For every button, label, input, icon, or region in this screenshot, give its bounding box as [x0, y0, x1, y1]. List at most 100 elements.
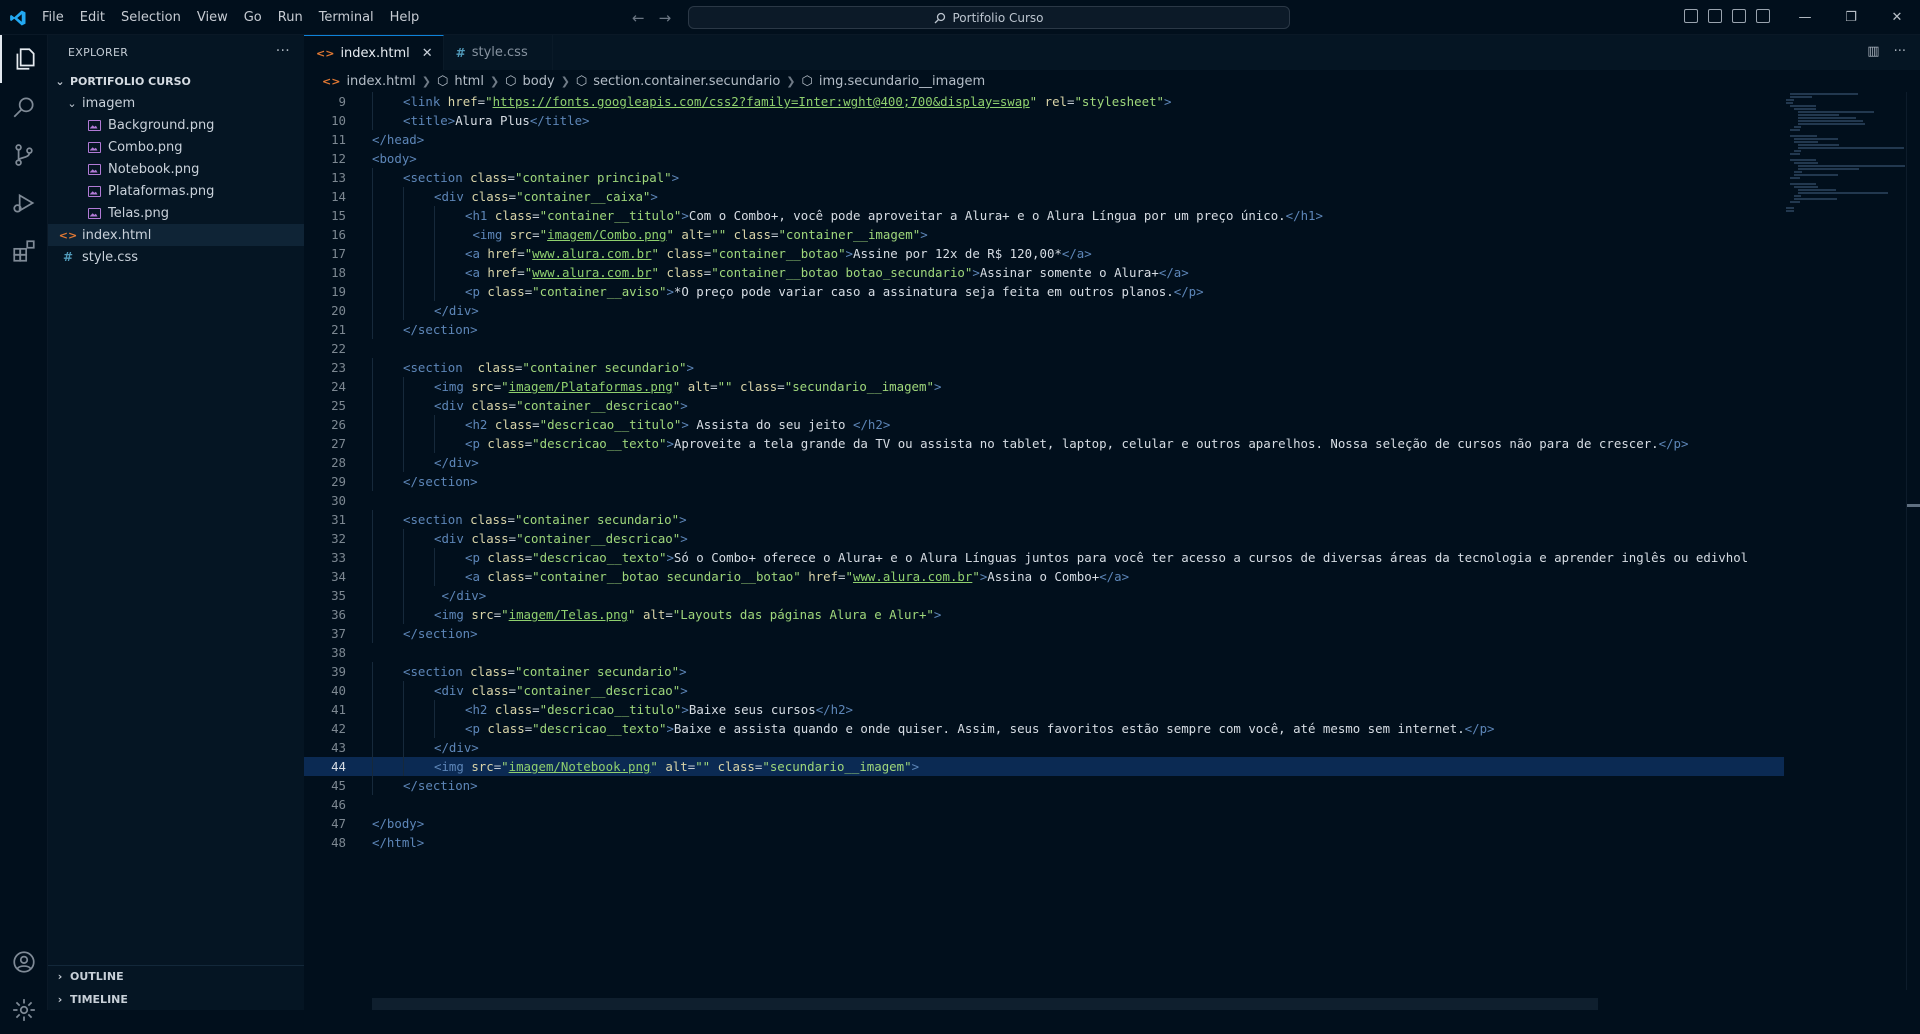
- chevron-right-icon: ›: [57, 992, 63, 1006]
- source-control-activity[interactable]: [0, 131, 48, 179]
- activity-bar: [0, 35, 48, 1021]
- code-line[interactable]: 22: [304, 339, 1784, 358]
- back-arrow-icon[interactable]: ←: [632, 9, 645, 27]
- code-line[interactable]: 20 </div>: [304, 301, 1784, 320]
- file-notebook-png[interactable]: Notebook.png: [48, 158, 304, 180]
- file-combo-png[interactable]: Combo.png: [48, 136, 304, 158]
- horizontal-scrollbar[interactable]: [372, 998, 1598, 1010]
- code-line[interactable]: 29 </section>: [304, 472, 1784, 491]
- code-line[interactable]: 39 <section class="container secundario">: [304, 662, 1784, 681]
- minimap-line: [1790, 129, 1800, 131]
- menu-run[interactable]: Run: [270, 10, 311, 25]
- file-index-html[interactable]: <> index.html: [48, 224, 304, 246]
- forward-arrow-icon[interactable]: →: [659, 9, 672, 27]
- code-line[interactable]: 31 <section class="container secundario">: [304, 510, 1784, 529]
- command-center-search[interactable]: Portifolio Curso: [688, 6, 1290, 29]
- code-line[interactable]: 17 <a href="www.alura.com.br" class="cont…: [304, 244, 1784, 263]
- code-line[interactable]: 34 <a class="container__botao secundario_…: [304, 567, 1784, 586]
- code-line[interactable]: 12 <body>: [304, 149, 1784, 168]
- toggle-panel-icon[interactable]: [1708, 9, 1722, 23]
- code-line[interactable]: 41 <h2 class="descricao__titulo">Baixe se…: [304, 700, 1784, 719]
- tab-index-html[interactable]: <> index.html ✕: [304, 35, 444, 70]
- file-label: style.css: [82, 249, 138, 265]
- code-line[interactable]: 11 </head>: [304, 130, 1784, 149]
- workspace-root[interactable]: ⌄ PORTIFOLIO CURSO: [48, 70, 304, 92]
- menu-view[interactable]: View: [189, 10, 236, 25]
- search-activity[interactable]: [0, 83, 48, 131]
- tab-style-css[interactable]: # style.css: [444, 35, 553, 70]
- code-line[interactable]: 37 </section>: [304, 624, 1784, 643]
- code-editor[interactable]: 9 <link href="https://fonts.googleapis.co…: [304, 92, 1784, 990]
- timeline-section[interactable]: › TIMELINE: [48, 988, 304, 1010]
- restore-icon[interactable]: ❐: [1828, 0, 1874, 35]
- run-debug-activity[interactable]: [0, 179, 48, 227]
- code-line[interactable]: 47 </body>: [304, 814, 1784, 833]
- code-line[interactable]: 33 <p class="descricao__texto">Só o Combo…: [304, 548, 1784, 567]
- code-line[interactable]: 42 <p class="descricao__texto">Baixe e as…: [304, 719, 1784, 738]
- extensions-activity[interactable]: [0, 227, 48, 275]
- code-line[interactable]: 14 <div class="container__caixa">: [304, 187, 1784, 206]
- menu-help[interactable]: Help: [382, 10, 428, 25]
- code-line[interactable]: 15 <h1 class="container__titulo">Com o Co…: [304, 206, 1784, 225]
- code-line[interactable]: 28 </div>: [304, 453, 1784, 472]
- file-background-png[interactable]: Background.png: [48, 114, 304, 136]
- code-line[interactable]: 48 </html>: [304, 833, 1784, 852]
- code-line[interactable]: 46: [304, 795, 1784, 814]
- outline-section[interactable]: › OUTLINE: [48, 965, 304, 987]
- split-editor-icon[interactable]: ▥: [1867, 44, 1879, 59]
- code-line[interactable]: 23 <section class="container secundario">: [304, 358, 1784, 377]
- breadcrumb-section[interactable]: section.container.secundario: [593, 74, 780, 89]
- toggle-secondary-sidebar-icon[interactable]: [1732, 9, 1746, 23]
- breadcrumb-html[interactable]: html: [454, 74, 484, 89]
- more-actions-icon[interactable]: ···: [1894, 44, 1906, 59]
- gear-icon: [13, 999, 35, 1021]
- customize-layout-icon[interactable]: [1756, 9, 1770, 23]
- tab-label: style.css: [471, 45, 528, 60]
- menu-edit[interactable]: Edit: [72, 10, 113, 25]
- more-actions-icon[interactable]: ···: [276, 43, 290, 59]
- code-line[interactable]: 24 <img src="imagem/Plataformas.png" alt=…: [304, 377, 1784, 396]
- code-line[interactable]: 38: [304, 643, 1784, 662]
- code-line[interactable]: 21 </section>: [304, 320, 1784, 339]
- explorer-activity[interactable]: [0, 35, 48, 83]
- minimize-icon[interactable]: —: [1782, 0, 1828, 35]
- file-plataformas-png[interactable]: Plataformas.png: [48, 180, 304, 202]
- settings-activity[interactable]: [0, 986, 48, 1034]
- menu-go[interactable]: Go: [236, 10, 270, 25]
- accounts-activity[interactable]: [0, 938, 48, 986]
- file-label: Combo.png: [108, 139, 183, 155]
- code-line[interactable]: 9 <link href="https://fonts.googleapis.co…: [304, 92, 1784, 111]
- code-line[interactable]: 35 </div>: [304, 586, 1784, 605]
- close-window-icon[interactable]: ✕: [1874, 0, 1920, 35]
- code-line[interactable]: 10 <title>Alura Plus</title>: [304, 111, 1784, 130]
- workspace-root-label: PORTIFOLIO CURSO: [70, 74, 191, 88]
- vertical-scrollbar[interactable]: [1906, 92, 1920, 990]
- code-line[interactable]: 36 <img src="imagem/Telas.png" alt="Layou…: [304, 605, 1784, 624]
- breadcrumb-file[interactable]: index.html: [346, 74, 415, 89]
- code-line[interactable]: 30: [304, 491, 1784, 510]
- minimap[interactable]: [1786, 92, 1905, 212]
- code-line[interactable]: 44 <img src="imagem/Notebook.png" alt="" …: [304, 757, 1784, 776]
- code-line[interactable]: 26 <h2 class="descricao__titulo"> Assista…: [304, 415, 1784, 434]
- breadcrumb-img[interactable]: img.secundario__imagem: [819, 74, 985, 89]
- code-line[interactable]: 13 <section class="container principal">: [304, 168, 1784, 187]
- code-line[interactable]: 32 <div class="container__descricao">: [304, 529, 1784, 548]
- code-line[interactable]: 43 </div>: [304, 738, 1784, 757]
- code-line[interactable]: 16 <img src="imagem/Combo.png" alt="" cl…: [304, 225, 1784, 244]
- breadcrumb-body[interactable]: body: [523, 74, 555, 89]
- code-line[interactable]: 40 <div class="container__descricao">: [304, 681, 1784, 700]
- file-style-css[interactable]: # style.css: [48, 246, 304, 268]
- file-telas-png[interactable]: Telas.png: [48, 202, 304, 224]
- code-line[interactable]: 27 <p class="descricao__texto">Aproveite …: [304, 434, 1784, 453]
- files-icon: [16, 48, 35, 70]
- menu-terminal[interactable]: Terminal: [311, 10, 382, 25]
- code-line[interactable]: 25 <div class="container__descricao">: [304, 396, 1784, 415]
- code-line[interactable]: 45 </section>: [304, 776, 1784, 795]
- menu-selection[interactable]: Selection: [113, 10, 189, 25]
- code-line[interactable]: 18 <a href="www.alura.com.br" class="cont…: [304, 263, 1784, 282]
- close-icon[interactable]: ✕: [422, 46, 433, 61]
- toggle-primary-sidebar-icon[interactable]: [1684, 9, 1698, 23]
- code-line[interactable]: 19 <p class="container__aviso">*O preço p…: [304, 282, 1784, 301]
- folder-imagem[interactable]: ⌄ imagem: [48, 92, 304, 114]
- menu-file[interactable]: File: [34, 10, 72, 25]
